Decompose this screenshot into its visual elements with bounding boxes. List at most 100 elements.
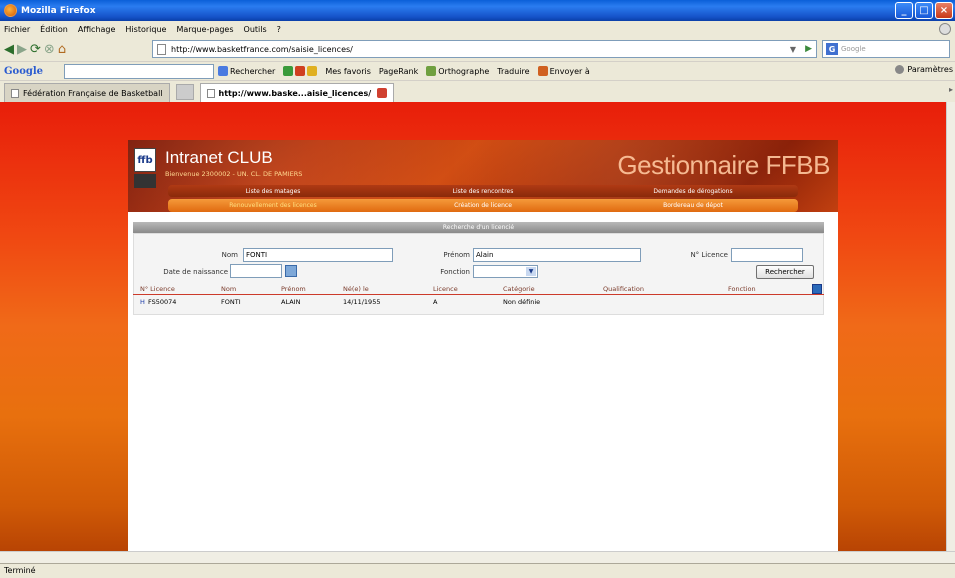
status-text: Terminé	[4, 566, 36, 575]
google-favoris-button[interactable]: Mes favoris	[325, 67, 371, 76]
google-traduire-button[interactable]: Traduire	[497, 67, 529, 76]
col-nom[interactable]: Nom	[221, 285, 236, 293]
menu-historique[interactable]: Historique	[125, 25, 166, 34]
menu-row-2: Renouvellement des licences Création de …	[168, 199, 798, 212]
menu-bar: Fichier Édition Affichage Historique Mar…	[0, 21, 955, 37]
reload-icon[interactable]: ⟳	[30, 39, 41, 59]
search-input[interactable]: G Google	[822, 40, 950, 58]
menu-creation-licence[interactable]: Création de licence	[383, 202, 583, 209]
gmail-icon	[295, 66, 306, 76]
maximize-button[interactable]: □	[915, 2, 933, 19]
menu-bordereau[interactable]: Bordereau de dépot	[593, 202, 793, 209]
results-header: N° Licence Nom Prénom Né(e) le Licence C…	[133, 284, 824, 295]
google-parametres-button[interactable]: Paramètres	[895, 65, 953, 74]
stop-icon[interactable]: ⊗	[44, 39, 55, 59]
google-toolbar: Google Rechercher Mes favoris PageRank O…	[0, 61, 955, 80]
col-categorie[interactable]: Catégorie	[503, 285, 535, 293]
licence-label: N° Licence	[690, 251, 728, 259]
col-qualification[interactable]: Qualification	[603, 285, 644, 293]
google-search-field[interactable]	[64, 63, 214, 79]
google-icons-group[interactable]	[283, 66, 318, 76]
back-button[interactable]: ◀	[4, 39, 14, 59]
page-icon	[157, 43, 166, 55]
row-categorie: Non définie	[503, 298, 541, 306]
menu-liste-matages[interactable]: Liste des matages	[173, 188, 373, 195]
minimize-button[interactable]: _	[895, 2, 913, 19]
google-logo: Google	[4, 65, 44, 77]
col-prenom[interactable]: Prénom	[281, 285, 306, 293]
menu-outils[interactable]: Outils	[244, 25, 267, 34]
google-engine-icon[interactable]: G	[826, 43, 838, 55]
firefox-icon	[4, 4, 17, 17]
prenom-field[interactable]: Alain	[473, 248, 641, 262]
row-licence-type: A	[433, 298, 438, 306]
menu-renouvellement[interactable]: Renouvellement des licences	[173, 202, 373, 209]
menu-fichier[interactable]: Fichier	[4, 25, 30, 34]
naissance-label: Date de naissance	[163, 268, 228, 276]
vertical-scrollbar[interactable]	[946, 102, 955, 551]
menu-aide[interactable]: ?	[277, 25, 281, 34]
star-icon	[307, 66, 318, 76]
chevron-down-icon: ▼	[526, 267, 536, 276]
google-orthographe-button[interactable]: Orthographe	[426, 66, 489, 76]
nom-label: Nom	[221, 251, 238, 259]
go-icon[interactable]: ▶	[805, 44, 812, 54]
tab-ffbb[interactable]: Fédération Française de Basketball	[4, 83, 170, 102]
search-placeholder: Google	[841, 45, 866, 53]
naissance-field[interactable]	[230, 264, 282, 278]
url-dropdown-icon[interactable]: ▼	[790, 45, 796, 54]
main-panel: ffb Intranet CLUB Bienvenue 2300002 - UN…	[128, 140, 838, 551]
col-ne-le[interactable]: Né(e) le	[343, 285, 369, 293]
table-row[interactable]: H FS50074 FONTI ALAIN 14/11/1955 A Non d…	[133, 298, 824, 308]
club-subtitle: Bienvenue 2300002 - UN. CL. DE PAMIERS	[165, 170, 303, 178]
menu-edition[interactable]: Édition	[40, 25, 68, 34]
row-flag[interactable]: H	[140, 298, 145, 306]
menu-liste-rencontres[interactable]: Liste des rencontres	[383, 188, 583, 195]
google-g-icon	[218, 66, 228, 76]
horizontal-scrollbar[interactable]	[0, 551, 955, 563]
brand-title: Gestionnaire FFBB	[617, 150, 830, 180]
menu-affichage[interactable]: Affichage	[78, 25, 116, 34]
window-title: Mozilla Firefox	[21, 5, 96, 16]
send-icon	[537, 66, 548, 76]
tab-saisie-licences[interactable]: http://www.baske...aisie_licences/	[199, 83, 395, 102]
search-header: Recherche d'un licencié	[133, 222, 824, 233]
tab-scroll-icon[interactable]: ▸	[949, 85, 953, 94]
throbber-icon	[939, 23, 951, 35]
calendar-icon[interactable]	[285, 265, 297, 277]
page-content: ffb Intranet CLUB Bienvenue 2300002 - UN…	[0, 102, 946, 551]
row-licence: FS50074	[148, 298, 177, 306]
tab-favicon-icon	[206, 88, 215, 98]
menu-derogations[interactable]: Demandes de dérogations	[593, 188, 793, 195]
navigation-toolbar: ◀ ▶ ⟳ ⊗ ⌂ http://www.basketfrance.com/sa…	[0, 37, 955, 61]
home-icon[interactable]: ⌂	[58, 39, 66, 59]
menu-marque-pages[interactable]: Marque-pages	[176, 25, 233, 34]
row-prenom: ALAIN	[281, 298, 301, 306]
menu-row-1: Liste des matages Liste des rencontres D…	[168, 185, 798, 197]
licence-field[interactable]	[731, 248, 803, 262]
tab-close-icon[interactable]	[377, 88, 388, 98]
google-rechercher-button[interactable]: Rechercher	[218, 66, 275, 76]
tab-placeholder-icon[interactable]	[175, 84, 194, 100]
rechercher-button[interactable]: Rechercher	[756, 265, 814, 279]
window-controls: _ □ ×	[895, 2, 953, 19]
export-excel-icon[interactable]	[812, 284, 822, 294]
url-bar[interactable]: http://www.basketfrance.com/saisie_licen…	[152, 40, 817, 58]
google-envoyer-button[interactable]: Envoyer à	[537, 66, 590, 76]
window-title-bar: Mozilla Firefox _ □ ×	[0, 0, 955, 21]
fonction-label: Fonction	[440, 268, 470, 276]
settings-icon	[895, 65, 905, 74]
col-fonction[interactable]: Fonction	[728, 285, 756, 293]
close-button[interactable]: ×	[935, 2, 953, 19]
spellcheck-icon	[426, 66, 437, 76]
status-bar: Terminé	[0, 563, 955, 578]
google-pagerank-button[interactable]: PageRank	[379, 67, 418, 76]
url-text: http://www.basketfrance.com/saisie_licen…	[171, 44, 353, 54]
col-licence-type[interactable]: Licence	[433, 285, 458, 293]
forward-button[interactable]: ▶	[17, 39, 27, 59]
ffbb-logo: ffb	[134, 148, 156, 188]
prenom-label: Prénom	[443, 251, 470, 259]
fonction-select[interactable]: ▼	[473, 265, 538, 278]
nom-field[interactable]: FONTI	[243, 248, 393, 262]
col-licence[interactable]: N° Licence	[140, 285, 175, 293]
